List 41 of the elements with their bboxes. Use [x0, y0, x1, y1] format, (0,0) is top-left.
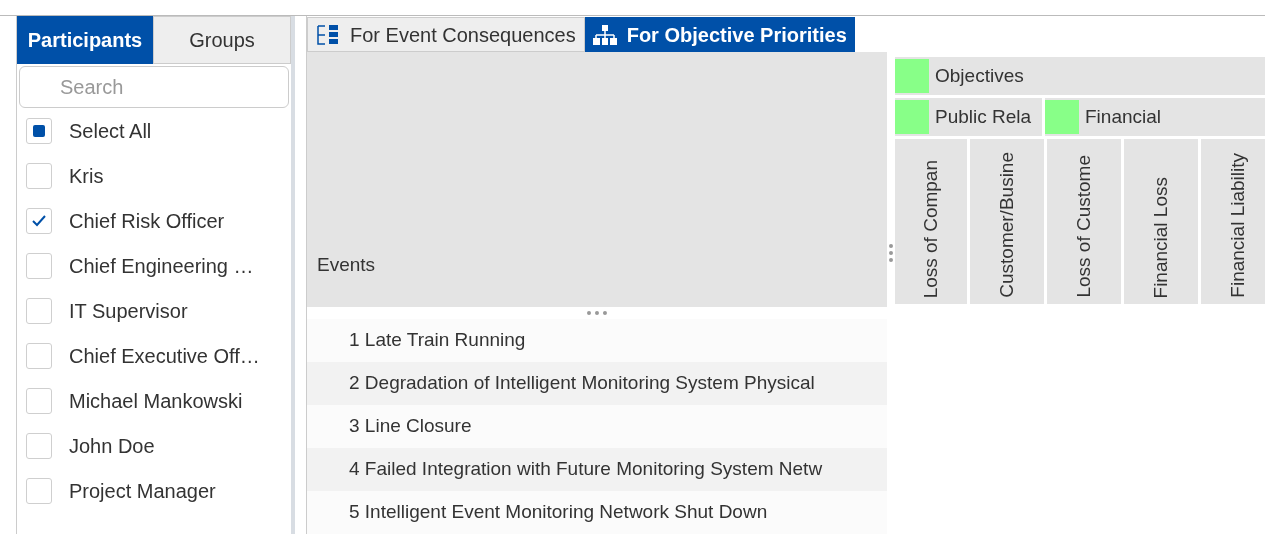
event-name: 5 Intelligent Event Monitoring Network Shut Down: [349, 500, 768, 525]
group-label: Financial: [1085, 104, 1162, 129]
event-name: 4 Failed Integration with Future Monitoring System Netw: [349, 457, 823, 482]
table-list-icon: [316, 23, 340, 46]
group-label: Public Rela: [935, 104, 1032, 129]
objectives-label: Objectives: [935, 63, 1024, 88]
participant-name: Project Manager: [69, 478, 216, 504]
participant-name: Chief Executive Off…: [69, 343, 260, 369]
panel-tab[interactable]: Groups: [153, 16, 291, 64]
objective-name: Financial Loss: [1148, 176, 1172, 298]
column-header: Events: [317, 252, 376, 277]
participant-name: Kris: [69, 163, 104, 189]
objective-name: Loss of Custome: [1071, 155, 1095, 298]
participant-name: Chief Risk Officer: [69, 208, 225, 234]
objective-name: Loss of Compan: [918, 159, 942, 298]
event-name: 1 Late Train Running: [349, 328, 526, 353]
participant-name: John Doe: [69, 433, 155, 459]
search-field[interactable]: Search: [19, 66, 289, 108]
view-tab[interactable]: For Event Consequences: [307, 17, 585, 52]
hierarchy-icon: [592, 23, 617, 46]
checkbox[interactable]: [26, 477, 52, 504]
resize-handle[interactable]: [587, 311, 607, 315]
participant-name: IT Supervisor: [69, 298, 188, 324]
objective-name: Customer/Busine: [994, 152, 1018, 298]
panel-tab[interactable]: Participants: [17, 16, 153, 64]
objective-name: Financial Liability: [1225, 153, 1249, 298]
event-name: 3 Line Closure: [349, 414, 472, 439]
participant-name: Select All: [69, 118, 152, 144]
participant-name: Michael Mankowski: [69, 388, 243, 414]
checkbox[interactable]: [26, 297, 52, 324]
checkbox[interactable]: [26, 252, 52, 279]
checkbox[interactable]: [26, 432, 52, 459]
checkbox[interactable]: [26, 342, 52, 369]
participant-name: Chief Engineering …: [69, 253, 254, 279]
view-tab[interactable]: For Objective Priorities: [584, 17, 855, 52]
checkbox[interactable]: [26, 117, 52, 144]
event-name: 2 Degradation of Intelligent Monitoring System Physical: [349, 371, 815, 396]
checkbox[interactable]: [26, 387, 52, 414]
checkbox[interactable]: [26, 162, 52, 189]
checkbox[interactable]: [26, 207, 52, 234]
checkmark-icon: [31, 213, 47, 228]
